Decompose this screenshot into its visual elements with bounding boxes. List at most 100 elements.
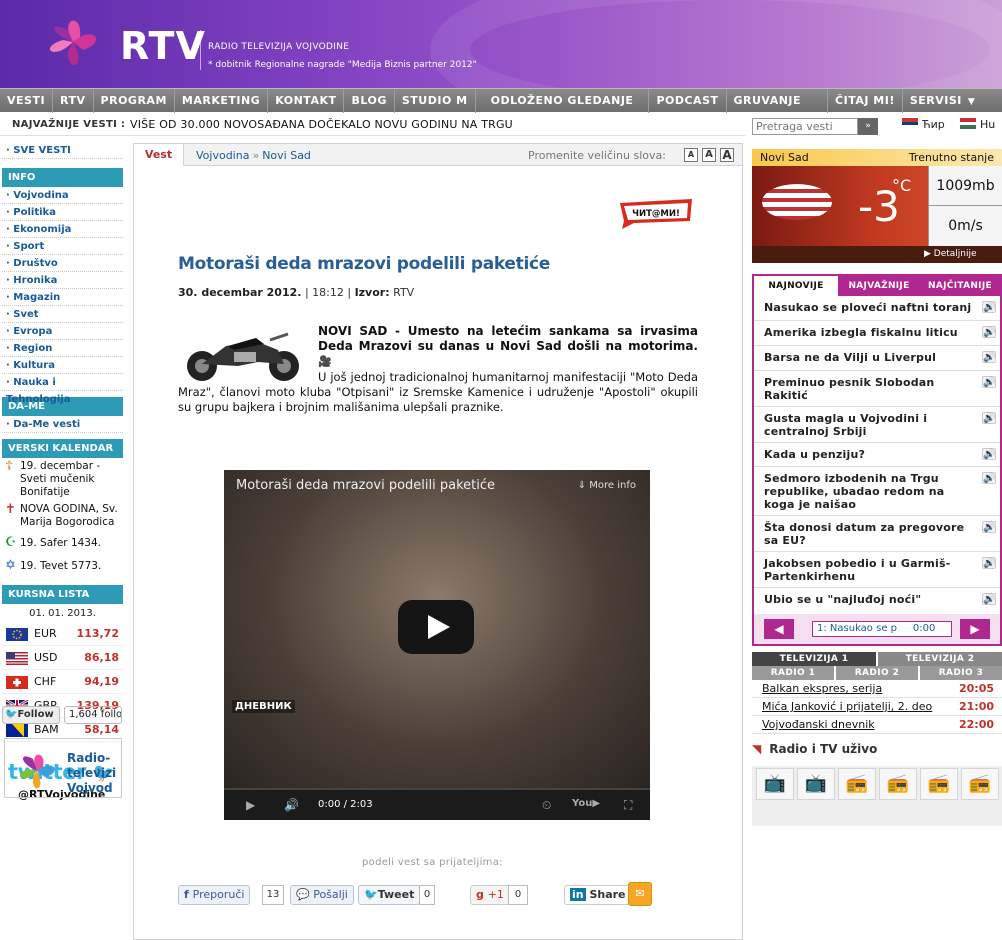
speaker-icon[interactable]: 🔊: [982, 301, 996, 313]
facebook-recommend-button[interactable]: f Preporuči: [178, 885, 251, 905]
news-item[interactable]: Nasukao se ploveći naftni toranj: [764, 301, 974, 314]
news-item[interactable]: Šta donosi datum za pregovore sa EU?: [764, 521, 974, 547]
citaj-mi-badge-icon[interactable]: ЧИТ@МИ!: [616, 197, 696, 229]
send-button[interactable]: 💬 Pošalji: [290, 885, 354, 905]
linkedin-share-button[interactable]: in Share: [564, 885, 632, 905]
sidebar-item-drustvo[interactable]: Društvo: [2, 255, 123, 272]
news-item[interactable]: Kada u penziju?: [764, 448, 974, 461]
sidebar-item-politika[interactable]: Politika: [2, 204, 123, 221]
sidebar-item-magazin[interactable]: Magazin: [2, 289, 123, 306]
speaker-icon[interactable]: 🔊: [982, 557, 996, 569]
sidebar-item-hronika[interactable]: Hronika: [2, 272, 123, 289]
sidebar-item-nauka[interactable]: Nauka i Tehnologija: [2, 374, 123, 405]
nav-item-marketing[interactable]: MARKETING: [175, 89, 269, 113]
sidebar-item-sport[interactable]: Sport: [2, 238, 123, 255]
sidebar-item-vojvodina[interactable]: Vojvodina: [2, 187, 123, 204]
nav-item-blog[interactable]: BLOG: [344, 89, 395, 113]
play-button[interactable]: [398, 600, 474, 654]
nav-item-gruvanje[interactable]: GRUVANJE: [727, 89, 829, 113]
fullscreen-icon[interactable]: ⛶: [624, 798, 632, 813]
tweet-button[interactable]: 🐦Tweet: [358, 885, 421, 905]
font-medium-button[interactable]: A: [702, 148, 716, 162]
sidebar-item-region[interactable]: Region: [2, 340, 123, 357]
email-icon[interactable]: ✉: [628, 882, 652, 906]
speaker-icon[interactable]: 🔊: [982, 412, 996, 424]
tab-vest[interactable]: Vest: [134, 144, 184, 166]
tv-icon[interactable]: 📺: [756, 768, 794, 800]
nav-item-studio-m[interactable]: STUDIO M: [395, 89, 476, 113]
play-icon[interactable]: ▶: [246, 798, 255, 812]
program-show[interactable]: Mića Janković i prijatelji, 2. deo: [762, 698, 932, 716]
radio-icon[interactable]: 📻: [920, 768, 958, 800]
tv-icon[interactable]: 📺: [797, 768, 835, 800]
youtube-icon[interactable]: You▶: [572, 798, 600, 809]
sidebar-item-ekonomija[interactable]: Ekonomija: [2, 221, 123, 238]
font-small-button[interactable]: A: [684, 148, 698, 162]
sidebar-item-evropa[interactable]: Evropa: [2, 323, 123, 340]
nav-item-odlozeno[interactable]: ODLOŽENO GLEDANJE: [476, 89, 650, 113]
radio-icon[interactable]: 📻: [838, 768, 876, 800]
rtv-flower-logo-icon[interactable]: [38, 12, 108, 76]
program-show[interactable]: Balkan ekspres, serija: [762, 680, 882, 698]
rtv-logo-text[interactable]: RTV: [120, 24, 206, 68]
program-row[interactable]: Balkan ekspres, serija 20:05: [752, 680, 1002, 698]
news-item[interactable]: Amerika izbegla fiskalnu liticu: [764, 326, 974, 339]
tab-najcitanije[interactable]: NAJČITANIJE: [920, 276, 1000, 296]
nav-item-servisi[interactable]: SERVISI ▼: [903, 89, 1002, 113]
sidebar-item-kultura[interactable]: Kultura: [2, 357, 123, 374]
speaker-icon[interactable]: 🔊: [982, 593, 996, 605]
radio-icon[interactable]: 📻: [879, 768, 917, 800]
tab-najvaznije[interactable]: NAJVAŽNIJE: [838, 276, 920, 296]
radio-icon[interactable]: 📻: [961, 768, 999, 800]
weather-widget[interactable]: Novi Sad Trenutno stanje -3 °C 1009mb 0m…: [752, 149, 1002, 263]
twitter-follow-button[interactable]: 🐦Follow: [2, 706, 60, 724]
nav-item-kontakt[interactable]: KONTAKT: [268, 89, 345, 113]
tab-televizija-1[interactable]: TELEVIZIJA 1: [752, 652, 876, 666]
news-item[interactable]: Barsa ne da Vilji u Liverpul: [764, 351, 974, 364]
nav-item-vesti[interactable]: VESTI: [0, 89, 54, 113]
tab-najnovije[interactable]: NAJNOVIJE: [754, 276, 838, 296]
search-button[interactable]: »: [858, 118, 878, 135]
previous-arrow-icon[interactable]: ◀: [764, 619, 794, 639]
video-player[interactable]: Motoraši deda mrazovi podelili paketiće …: [224, 470, 650, 820]
program-row[interactable]: Vojvođanski dnevnik 22:00: [752, 716, 1002, 734]
lang-hungarian[interactable]: Hu: [960, 118, 995, 131]
next-arrow-icon[interactable]: ▶: [960, 619, 990, 639]
speaker-icon[interactable]: 🔊: [982, 326, 996, 338]
tab-radio-2[interactable]: RADIO 2: [836, 666, 918, 680]
breadcrumb-vojvodina[interactable]: Vojvodina: [196, 149, 249, 162]
sidebar-item-sve-vesti[interactable]: SVE VESTI: [2, 142, 123, 159]
nav-item-citaj-mi[interactable]: ČITAJ MI!: [828, 89, 903, 113]
sidebar-item-dame-vesti[interactable]: Da-Me vesti: [2, 416, 123, 433]
sidebar-item-svet[interactable]: Svet: [2, 306, 123, 323]
speaker-icon[interactable]: 🔊: [982, 351, 996, 363]
news-item[interactable]: Preminuo pesnik Slobodan Rakitić: [764, 376, 974, 402]
gplus-button[interactable]: g +1: [470, 885, 510, 905]
weather-details-link[interactable]: ▶ Detaljnije: [924, 246, 977, 263]
watch-later-icon[interactable]: ⏲: [542, 798, 551, 813]
video-title[interactable]: Motoraši deda mrazovi podelili paketiće: [236, 478, 495, 493]
volume-icon[interactable]: 🔊: [284, 798, 299, 812]
nav-item-rtv[interactable]: RTV: [53, 89, 94, 113]
tab-radio-3[interactable]: RADIO 3: [920, 666, 1002, 680]
program-show[interactable]: Vojvođanski dnevnik: [762, 716, 875, 734]
lang-cyrillic[interactable]: Ћир: [902, 118, 945, 131]
speaker-icon[interactable]: 🔊: [982, 472, 996, 484]
tab-radio-1[interactable]: RADIO 1: [752, 666, 834, 680]
speaker-icon[interactable]: 🔊: [982, 448, 996, 460]
video-more-info[interactable]: ⇓ More info: [578, 480, 636, 491]
nav-item-podcast[interactable]: PODCAST: [649, 89, 727, 113]
ticker-headline[interactable]: VIŠE OD 30.000 NOVOSAĐANA DOČEKALO NOVU …: [130, 118, 513, 131]
program-row[interactable]: Mića Janković i prijatelji, 2. deo 21:00: [752, 698, 1002, 716]
facebook-page-box[interactable]: Radio- televizi Vojvod: [4, 738, 122, 798]
news-item[interactable]: Ubio se u "najluđoj noći": [764, 593, 974, 606]
news-item[interactable]: Sedmoro izbodenih na Trgu republike, uba…: [764, 472, 974, 511]
news-item[interactable]: Gusta magla u Vojvodini i centralnoj Srb…: [764, 412, 974, 438]
speaker-icon[interactable]: 🔊: [982, 521, 996, 533]
speaker-icon[interactable]: 🔊: [982, 376, 996, 388]
tab-televizija-2[interactable]: TELEVIZIJA 2: [878, 652, 1002, 666]
search-input[interactable]: [752, 118, 858, 135]
font-large-button[interactable]: A: [720, 148, 734, 162]
breadcrumb-novi-sad[interactable]: Novi Sad: [262, 149, 311, 162]
news-item[interactable]: Jakobsen pobedio i u Garmiš-Partenkirhen…: [764, 557, 974, 583]
